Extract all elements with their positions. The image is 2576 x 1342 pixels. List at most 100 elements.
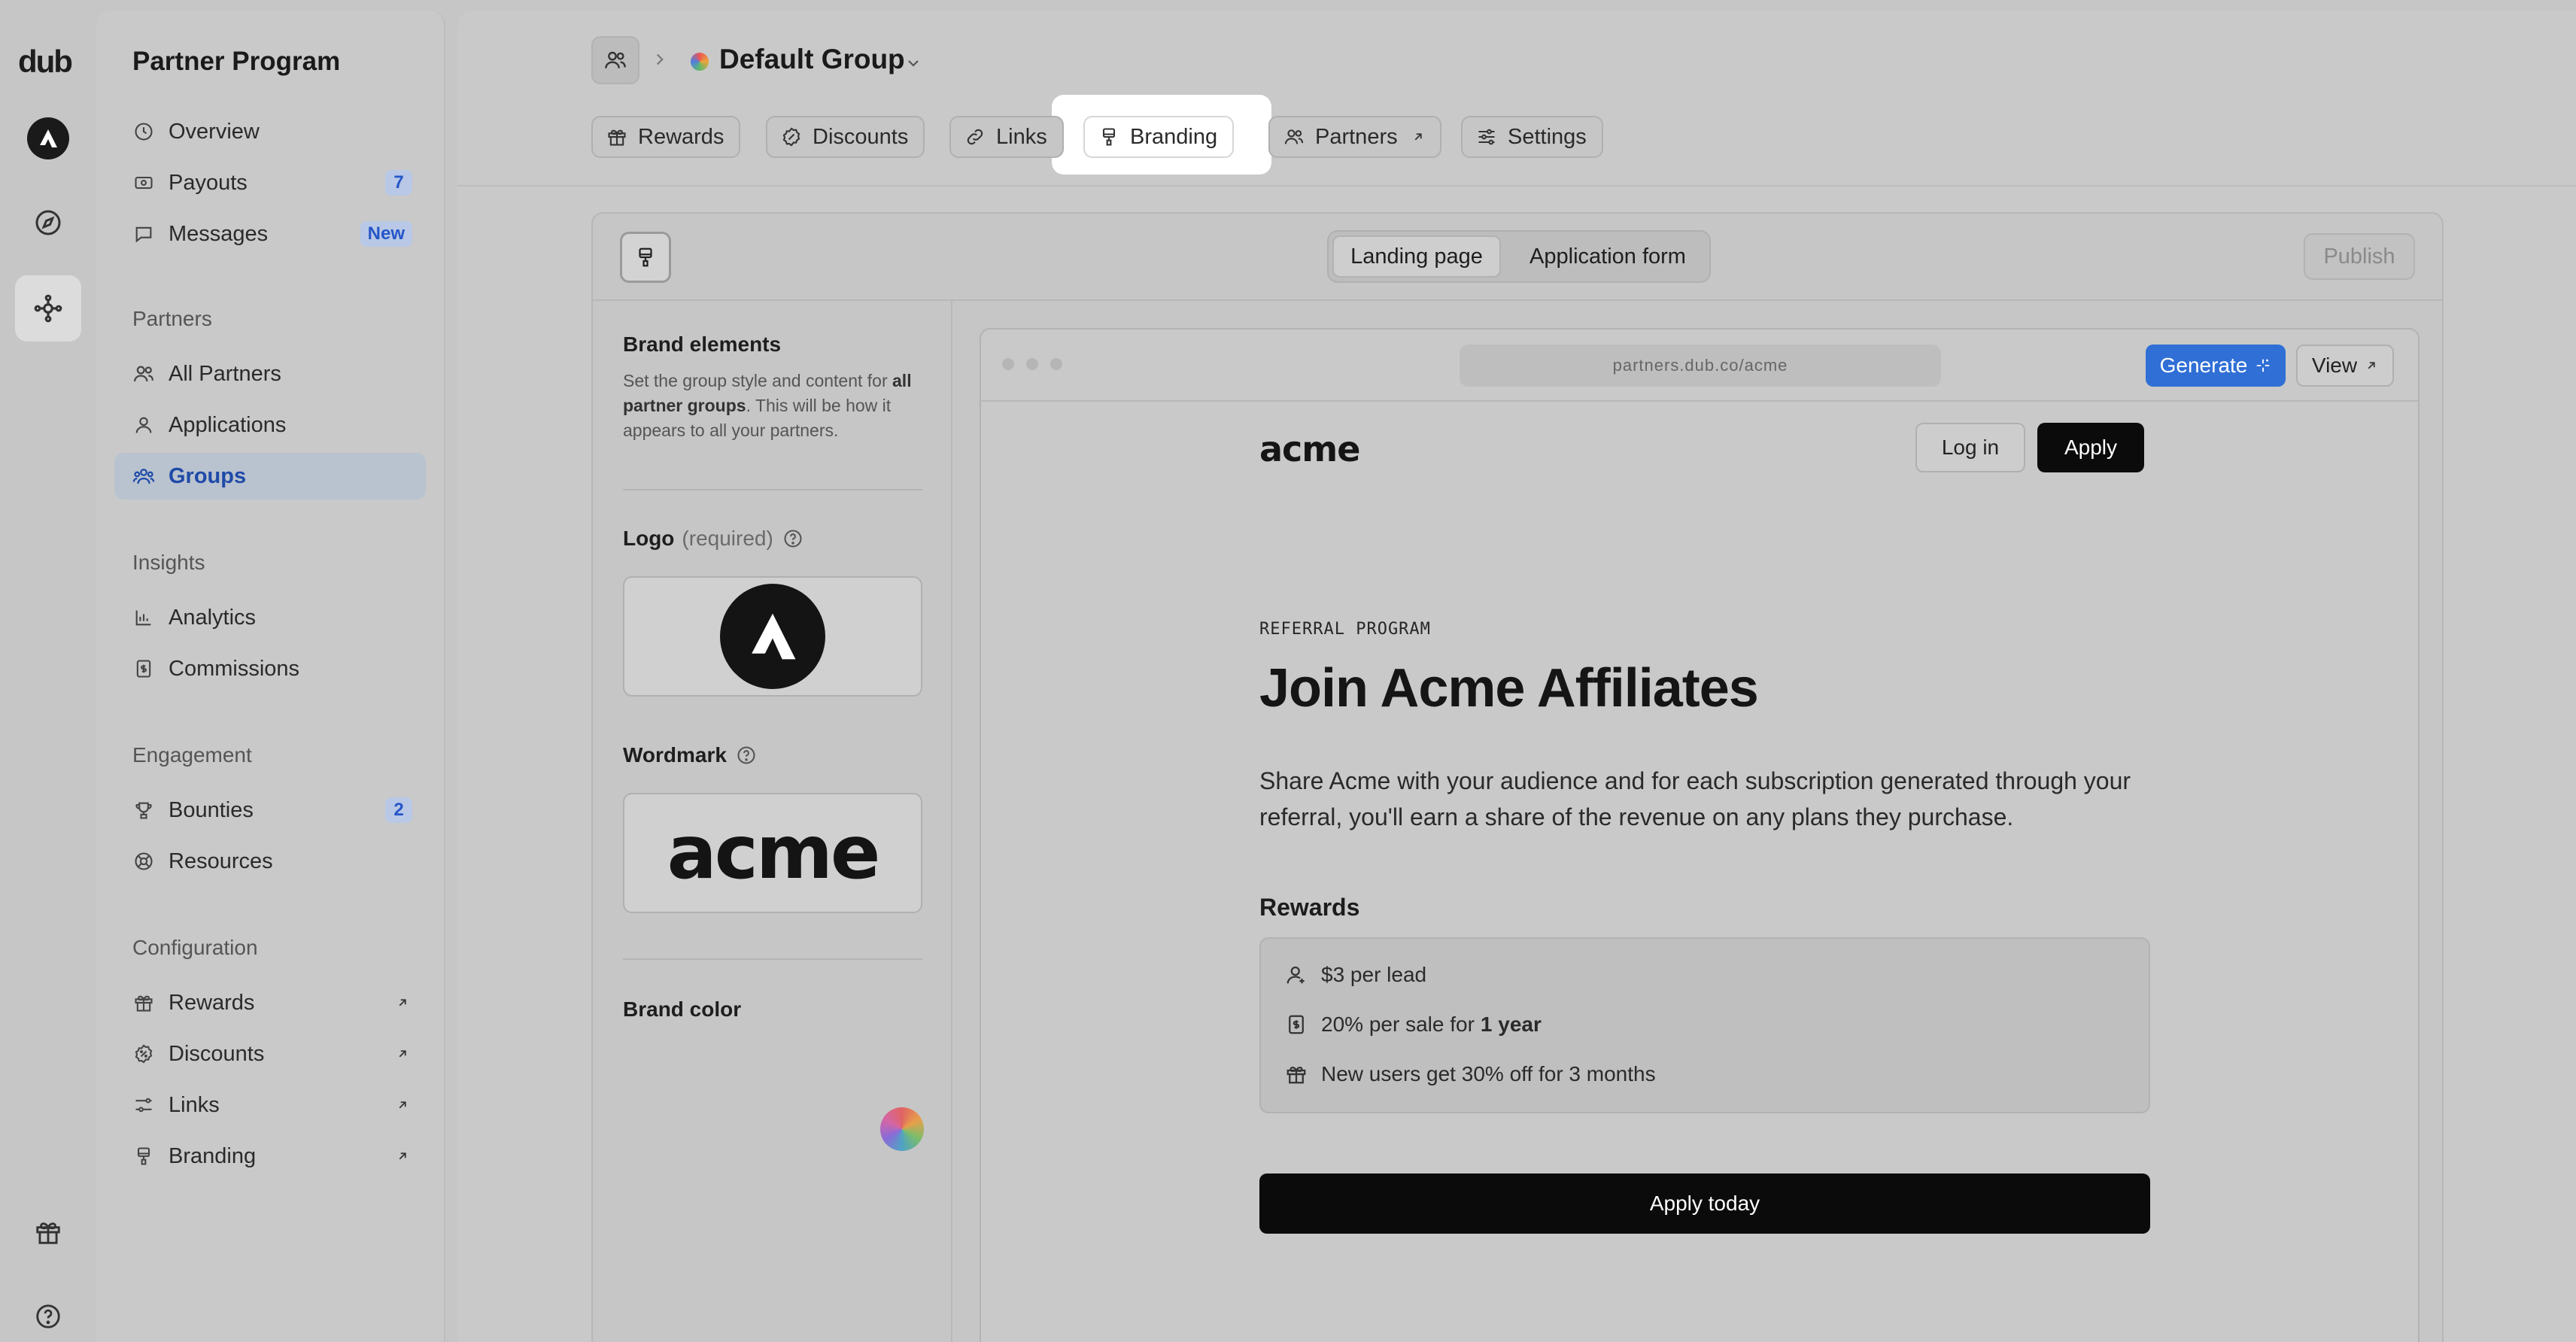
page-mode-toggle: Landing page Application form (1327, 230, 1711, 283)
compass-icon (33, 208, 63, 238)
editor-toolbar: Landing page Application form Publish (593, 214, 2442, 301)
reward-text: $3 per lead (1321, 963, 1427, 986)
sidebar-item-messages[interactable]: Messages New (114, 211, 426, 257)
bounties-count-badge: 2 (385, 797, 412, 823)
trophy-icon (131, 797, 156, 823)
preview-url: partners.dub.co/acme (1460, 345, 1941, 387)
view-label: View (2311, 354, 2358, 377)
group-selector[interactable]: Default Group (719, 44, 905, 75)
sidebar-item-label: Bounties (169, 797, 254, 822)
users-icon (1283, 126, 1305, 147)
sidebar-item-rewards[interactable]: Rewards (114, 979, 426, 1026)
sidebar-item-resources[interactable]: Resources (114, 838, 426, 885)
tab-label: Discounts (813, 124, 909, 149)
brand-elements-toggle[interactable] (620, 232, 671, 283)
logo-upload[interactable] (623, 576, 922, 697)
discount-icon (131, 1041, 156, 1067)
logo-label: Logo (required) (623, 527, 803, 551)
tab-partners[interactable]: Partners (1268, 116, 1441, 158)
sidebar-item-all-partners[interactable]: All Partners (114, 351, 426, 397)
preview-title: Join Acme Affiliates (1259, 658, 1759, 718)
tab-branding[interactable]: Branding (1083, 116, 1235, 158)
gift-icon (606, 126, 627, 147)
receipt-dollar-icon (1285, 1013, 1311, 1036)
sidebar-item-analytics[interactable]: Analytics (114, 594, 426, 641)
reward-item: New users get 30% off for 3 months (1285, 1062, 1656, 1086)
user-icon (1285, 964, 1311, 986)
sidebar-item-label: Groups (169, 463, 247, 488)
generate-button[interactable]: Generate (2146, 345, 2286, 387)
help-icon (34, 1302, 62, 1331)
sidebar-item-label: Payouts (169, 170, 248, 195)
partner-program-button[interactable] (15, 275, 81, 342)
groups-breadcrumb-button[interactable] (591, 36, 639, 84)
external-link-icon (396, 1149, 409, 1163)
users-group-icon (603, 48, 627, 72)
section-label-insights: Insights (132, 551, 205, 574)
mode-landing-page[interactable]: Landing page (1332, 235, 1501, 278)
sidebar-item-links[interactable]: Links (114, 1082, 426, 1128)
brand-color-swatch[interactable] (880, 1107, 924, 1151)
user-icon (131, 412, 156, 438)
gift-icon (131, 990, 156, 1016)
apply-today-button[interactable]: Apply today (1259, 1173, 2150, 1234)
compass-button[interactable] (15, 190, 81, 256)
header-divider (457, 185, 2576, 187)
sliders-icon (131, 1092, 156, 1118)
gift-button[interactable] (15, 1199, 81, 1265)
sidebar-item-discounts[interactable]: Discounts (114, 1031, 426, 1077)
gift-icon (34, 1218, 62, 1246)
chevron-down-icon[interactable] (904, 54, 922, 72)
external-link-icon (396, 996, 409, 1010)
paint-brush-icon (634, 246, 657, 269)
sidebar-item-applications[interactable]: Applications (114, 402, 426, 448)
sidebar-item-payouts[interactable]: Payouts 7 (114, 159, 426, 206)
sidebar-item-label: Branding (169, 1143, 257, 1168)
tab-label: Branding (1130, 124, 1218, 149)
tab-links[interactable]: Links (949, 116, 1064, 158)
mode-application-form[interactable]: Application form (1509, 235, 1706, 278)
dub-logo[interactable]: dub (18, 44, 73, 80)
tab-settings[interactable]: Settings (1461, 116, 1603, 158)
tab-label: Links (996, 124, 1047, 149)
sidebar-item-label: Overview (169, 119, 260, 144)
sidebar-title: Partner Program (132, 47, 341, 76)
section-label-configuration: Configuration (132, 936, 258, 959)
app-rail: dub (0, 0, 96, 1342)
partner-program-icon (32, 293, 64, 324)
window-dot (1026, 358, 1038, 370)
gift-icon (1285, 1063, 1311, 1085)
settings-sliders-icon (1476, 126, 1497, 147)
preview-browser-bar: partners.dub.co/acme Generate View (981, 329, 2418, 402)
help-icon[interactable] (782, 528, 803, 549)
sidebar-item-bounties[interactable]: Bounties 2 (114, 787, 426, 833)
preview-wordmark: acme (1259, 429, 1360, 469)
branding-editor: Landing page Application form Publish Br… (591, 212, 2444, 1342)
panel-description: Set the group style and content for all … (623, 369, 924, 443)
section-label-engagement: Engagement (132, 743, 252, 767)
sidebar-item-overview[interactable]: Overview (114, 108, 426, 155)
publish-button[interactable]: Publish (2304, 233, 2415, 280)
preview-eyebrow: REFERRAL PROGRAM (1259, 620, 1431, 639)
preview-login-button[interactable]: Log in (1915, 423, 2025, 472)
sidebar-item-label: Discounts (169, 1041, 265, 1066)
tab-discounts[interactable]: Discounts (766, 116, 925, 158)
sidebar: Partner Program Overview Payouts 7 Messa… (96, 11, 445, 1342)
sidebar-item-groups[interactable]: Groups (114, 453, 426, 499)
tab-rewards[interactable]: Rewards (591, 116, 741, 158)
help-icon[interactable] (736, 745, 757, 766)
acme-logo-icon (720, 584, 825, 689)
preview-apply-button[interactable]: Apply (2037, 423, 2144, 472)
reward-text: New users get 30% off for 3 months (1321, 1062, 1656, 1085)
payouts-icon (131, 170, 156, 196)
sparkle-icon (2255, 357, 2271, 374)
wordmark-upload[interactable]: acme (623, 793, 922, 913)
workspace-switcher[interactable] (15, 105, 81, 172)
chevron-right-icon (650, 50, 670, 69)
window-dot (1050, 358, 1062, 370)
view-button[interactable]: View (2296, 345, 2394, 387)
help-button[interactable] (15, 1283, 81, 1342)
sidebar-item-branding[interactable]: Branding (114, 1133, 426, 1180)
tab-label: Settings (1508, 124, 1587, 149)
sidebar-item-commissions[interactable]: Commissions (114, 645, 426, 692)
